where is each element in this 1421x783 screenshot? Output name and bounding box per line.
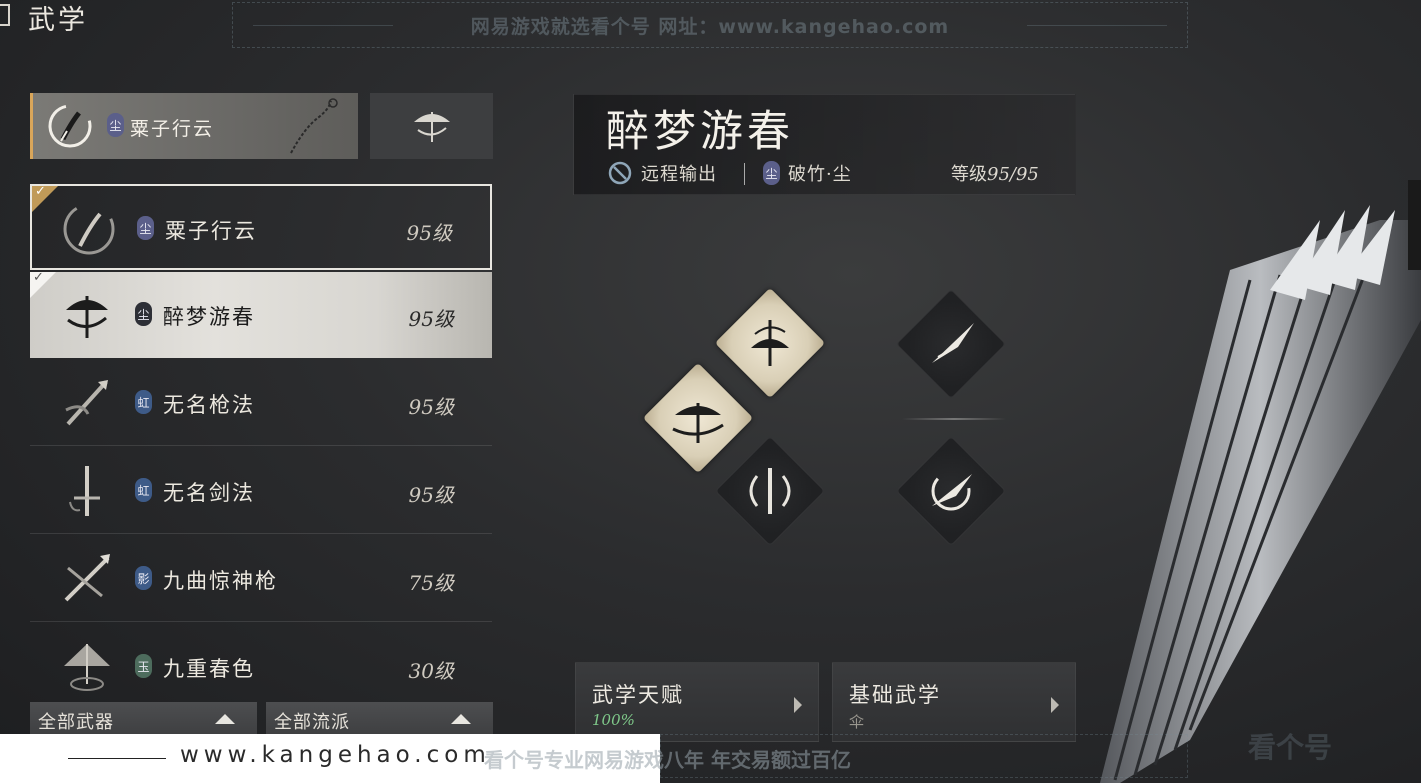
divider [902, 418, 1006, 420]
school-tag: 虹 [135, 390, 152, 414]
weapon-name: 九重春色 [163, 657, 255, 681]
weapon-name: 无名剑法 [163, 481, 255, 505]
weapon-level: 95级 [408, 395, 454, 419]
skill-level: 等级95/95 [951, 160, 1039, 186]
ranged-output-icon [608, 161, 632, 185]
divider [744, 163, 745, 185]
weapon-name: 九曲惊神枪 [163, 569, 278, 593]
chevron-right-icon [794, 697, 802, 713]
weapon-row-wuming-sword[interactable]: 虹 无名剑法 95级 [30, 448, 492, 534]
weapon-row-jiuchong[interactable]: 玉 九重春色 30级 [30, 624, 492, 710]
weapon-row-jiuqu[interactable]: 影 九曲惊神枪 75级 [30, 536, 492, 622]
caret-up-icon [451, 714, 471, 724]
school-filter-label: 全部流派 [274, 712, 350, 733]
page-title: 武学 [28, 5, 88, 36]
chevron-right-icon [1051, 697, 1059, 713]
umbrella-sweep-skill-icon [672, 403, 724, 443]
equipped-weapon-name: 粟子行云 [130, 118, 215, 140]
school-tag: 尘 [137, 216, 154, 240]
weapon-filter-dropdown[interactable]: 全部武器 [30, 702, 257, 736]
watermark-banner: 网易游戏就选看个号 网址：www.kangehao.com [232, 2, 1188, 48]
martial-talent-button[interactable]: 武学天赋 100% [575, 662, 819, 742]
umbrella-icon [66, 296, 108, 338]
spear-icon [65, 380, 108, 426]
school-tag: 虹 [135, 478, 152, 502]
caret-up-icon [215, 714, 235, 724]
skill-school-label: 破竹·尘 [788, 164, 852, 185]
basic-martial-button[interactable]: 基础武学 伞 [832, 662, 1076, 742]
weapon-level: 30级 [408, 659, 454, 683]
sword-icon [69, 466, 100, 516]
weapon-level: 95级 [408, 483, 454, 507]
blade-circle-skill-icon [749, 468, 791, 514]
watermark-text: 网易游戏就选看个号 网址：www.kangehao.com [470, 15, 950, 38]
whirl-dart-skill-icon [931, 471, 972, 511]
school-filter-dropdown[interactable]: 全部流派 [266, 702, 493, 736]
basic-martial-label: 基础武学 [849, 683, 941, 707]
back-icon[interactable] [0, 4, 10, 26]
equipped-secondary-slot[interactable] [370, 93, 493, 159]
weapon-level: 95级 [406, 221, 452, 245]
weapon-name: 粟子行云 [165, 219, 257, 243]
watermark-logo: 看个号 [1248, 731, 1333, 764]
check-icon: ✓ [33, 270, 44, 285]
bow-swirl-icon [63, 203, 115, 255]
skill-type-label: 远程输出 [641, 164, 717, 185]
dart-skill-icon [932, 323, 974, 363]
martial-talent-label: 武学天赋 [592, 683, 684, 707]
divider [68, 758, 166, 759]
umbrella-weapon-art [1100, 180, 1421, 783]
weapon-level: 75级 [408, 571, 454, 595]
weapon-row-lizi[interactable]: ✓ 尘 粟子行云 95级 [30, 184, 492, 270]
school-tag: 尘 [763, 161, 780, 185]
weapon-name: 无名枪法 [163, 393, 255, 417]
skill-title: 醉梦游春 [606, 107, 794, 157]
weapon-row-wuming-spear[interactable]: 虹 无名枪法 95级 [30, 360, 492, 446]
bow-swirl-icon [48, 104, 92, 148]
school-tag: 玉 [135, 654, 152, 678]
parasol-icon [64, 644, 110, 691]
check-icon: ✓ [35, 184, 46, 199]
crossed-spear-icon [64, 554, 110, 602]
weapon-level: 95级 [408, 307, 454, 331]
martial-talent-progress: 100% [592, 711, 635, 729]
skill-level-value: 95/95 [987, 164, 1039, 185]
chain-whip-icon [290, 98, 338, 154]
weapon-filter-label: 全部武器 [38, 712, 114, 733]
school-tag: 影 [135, 566, 152, 590]
school-tag: 尘 [135, 302, 152, 326]
basic-martial-weapon: 伞 [849, 713, 865, 731]
skill-level-prefix: 等级 [951, 164, 987, 185]
weapon-row-zuimeng[interactable]: ✓ 尘 醉梦游春 95级 [30, 270, 492, 358]
school-tag: 尘 [107, 113, 124, 137]
spinning-umbrella-skill-icon [751, 320, 789, 366]
watermark-url: www.kangehao.com [180, 742, 491, 768]
umbrella-icon [413, 112, 450, 142]
weapon-name: 醉梦游春 [163, 305, 255, 329]
watermark-text: 看个号专业网易游戏八年 年交易额过百亿 [484, 748, 851, 772]
